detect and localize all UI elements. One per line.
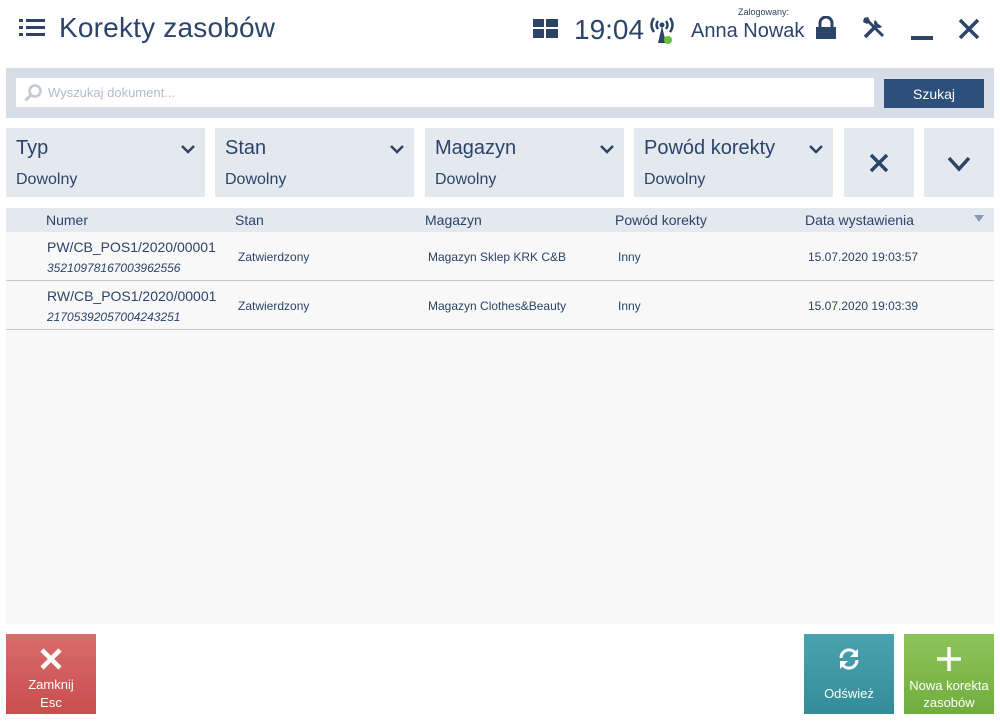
new-correction-label: Nowa korekta: [909, 678, 989, 693]
search-bar: Szukaj: [6, 68, 994, 118]
clear-filter-icon: [869, 153, 889, 173]
document-reason: Inny: [618, 250, 641, 264]
chevron-down-icon: [809, 145, 823, 154]
expand-filters-button[interactable]: [924, 128, 994, 197]
document-code: 35210978167003962556: [47, 261, 181, 275]
filter-warehouse[interactable]: Magazyn Dowolny: [425, 128, 624, 197]
refresh-icon: [839, 648, 859, 670]
filter-status[interactable]: Stan Dowolny: [215, 128, 414, 197]
filter-type[interactable]: Typ Dowolny: [6, 128, 205, 197]
document-warehouse: Magazyn Clothes&Beauty: [428, 299, 567, 313]
column-header-status[interactable]: Stan: [235, 212, 264, 228]
tools-icon[interactable]: [862, 16, 886, 40]
logged-label: Zalogowany:: [738, 7, 790, 17]
close-button[interactable]: Zamknij Esc: [6, 634, 96, 714]
column-header-warehouse[interactable]: Magazyn: [425, 212, 482, 228]
table-header: Numer Stan Magazyn Powód korekty Data wy…: [6, 208, 994, 232]
document-date: 15.07.2020 19:03:57: [808, 250, 919, 264]
expand-icon: [948, 156, 970, 172]
close-icon: [40, 648, 62, 670]
filter-reason[interactable]: Powód korekty Dowolny: [634, 128, 833, 197]
menu-icon[interactable]: [19, 18, 45, 38]
clock: 19:04: [574, 14, 645, 45]
filter-value: Dowolny: [225, 171, 287, 188]
chevron-down-icon: [600, 145, 614, 154]
filter-label: Magazyn: [435, 137, 517, 159]
filter-label: Stan: [225, 137, 267, 159]
column-header-number[interactable]: Numer: [46, 212, 88, 228]
column-header-reason[interactable]: Powód korekty: [615, 212, 707, 228]
page-title: Korekty zasobów: [59, 12, 276, 43]
minimize-icon[interactable]: [911, 18, 933, 42]
new-correction-label-line2: zasobów: [923, 695, 975, 710]
search-button[interactable]: Szukaj: [884, 79, 984, 108]
document-code: 21705392057004243251: [47, 310, 181, 324]
new-correction-button[interactable]: Nowa korekta zasobów: [904, 634, 994, 714]
signal-icon: [650, 17, 674, 44]
clear-filters-button[interactable]: [844, 128, 914, 197]
document-date: 15.07.2020 19:03:39: [808, 299, 919, 313]
filter-value: Dowolny: [435, 171, 497, 188]
table-body: PW/CB_POS1/2020/00001 352109781670039625…: [6, 232, 994, 624]
lock-icon[interactable]: [815, 16, 837, 40]
header: Korekty zasobów 19:04 Zalogowany: Anna N…: [0, 0, 1000, 62]
refresh-button[interactable]: Odśwież: [804, 634, 894, 714]
close-button-label: Zamknij: [28, 677, 74, 692]
filter-value: Dowolny: [16, 171, 78, 188]
chevron-down-icon: [181, 145, 195, 154]
sort-icon[interactable]: [974, 215, 984, 223]
document-status: Zatwierdzony: [238, 250, 310, 264]
filter-value: Dowolny: [644, 171, 706, 188]
filter-label: Typ: [16, 137, 49, 159]
app-window: Korekty zasobów 19:04 Zalogowany: Anna N…: [0, 0, 1000, 722]
document-warehouse: Magazyn Sklep KRK C&B: [428, 250, 567, 264]
plus-icon: [937, 647, 961, 671]
search-input[interactable]: [48, 78, 868, 107]
document-status: Zatwierdzony: [238, 299, 310, 313]
user-name: Anna Nowak: [691, 20, 805, 42]
table-row[interactable]: RW/CB_POS1/2020/00001 217053920570042432…: [6, 281, 994, 330]
refresh-button-label: Odśwież: [824, 686, 874, 701]
search-icon: [24, 84, 42, 102]
document-reason: Inny: [618, 299, 641, 313]
close-button-shortcut: Esc: [40, 695, 62, 710]
search-field[interactable]: [16, 78, 874, 107]
document-number: RW/CB_POS1/2020/00001: [47, 288, 217, 304]
filter-label: Powód korekty: [644, 137, 776, 159]
chevron-down-icon: [390, 145, 404, 154]
column-header-date[interactable]: Data wystawienia: [805, 212, 914, 228]
table-row[interactable]: PW/CB_POS1/2020/00001 352109781670039625…: [6, 232, 994, 281]
grid-icon[interactable]: [533, 19, 558, 39]
close-icon[interactable]: [958, 18, 980, 40]
document-number: PW/CB_POS1/2020/00001: [47, 239, 216, 255]
